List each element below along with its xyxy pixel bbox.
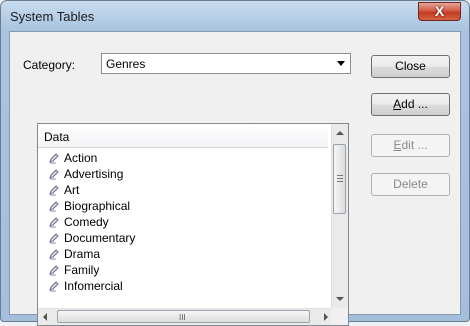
pencil-note-icon <box>49 153 59 164</box>
list-item[interactable]: Action <box>38 150 328 166</box>
delete-button-label: Delete <box>393 177 428 191</box>
grip-icon: III <box>179 313 186 322</box>
list-item[interactable]: Comedy <box>38 214 328 230</box>
list-item[interactable]: Family <box>38 262 328 278</box>
list-item-label: Comedy <box>64 215 109 229</box>
grip-line <box>337 178 343 179</box>
vertical-scrollbar[interactable] <box>331 124 348 308</box>
dialog-body: Category: Genres Data Action Advertising <box>9 31 461 326</box>
category-select-value: Genres <box>106 57 146 71</box>
window-close-button[interactable]: X <box>418 2 461 21</box>
edit-button-accel: E <box>393 138 402 152</box>
grip-line <box>337 181 343 182</box>
list-item-label: Drama <box>64 247 101 261</box>
list-column-header[interactable]: Data <box>38 124 328 148</box>
pencil-note-icon <box>49 217 59 228</box>
pencil-note-icon <box>49 185 59 196</box>
chevron-down-icon[interactable] <box>337 61 345 66</box>
close-button[interactable]: Close <box>371 55 450 78</box>
add-button-label: dd ... <box>401 97 428 111</box>
title-bar[interactable]: System Tables X <box>1 1 469 31</box>
add-button[interactable]: Add ... <box>371 93 450 116</box>
grip-line <box>337 175 343 176</box>
list-item[interactable]: Drama <box>38 246 328 262</box>
scroll-up-button[interactable] <box>332 124 348 141</box>
list-item-label: Family <box>64 263 100 277</box>
close-button-label: Close <box>395 59 426 73</box>
scroll-down-button[interactable] <box>332 291 348 308</box>
window-title: System Tables <box>10 9 95 24</box>
list-item[interactable]: Art <box>38 182 328 198</box>
data-list[interactable]: Data Action Advertising Art Biographical… <box>37 123 349 326</box>
horizontal-scroll-thumb[interactable]: III <box>57 310 310 323</box>
list-item[interactable]: Documentary <box>38 230 328 246</box>
list-item-label: Art <box>64 183 80 197</box>
horizontal-scrollbar[interactable]: III <box>38 308 333 325</box>
close-icon: X <box>434 3 445 19</box>
category-select[interactable]: Genres <box>101 53 351 74</box>
list-item-label: Infomercial <box>64 279 123 293</box>
add-button-accel: A <box>393 97 402 111</box>
scrollbar-corner <box>331 308 348 325</box>
edit-button-label: dit ... <box>401 138 428 152</box>
list-rows: Action Advertising Art Biographical Come… <box>38 150 328 294</box>
list-item-label: Biographical <box>64 199 131 213</box>
pencil-note-icon <box>49 265 59 276</box>
list-item-label: Documentary <box>64 231 136 245</box>
chevron-right-icon[interactable] <box>324 313 328 321</box>
list-item-label: Advertising <box>64 167 124 181</box>
pencil-note-icon <box>49 249 59 260</box>
chevron-left-icon[interactable] <box>43 313 47 321</box>
list-item[interactable]: Infomercial <box>38 278 328 294</box>
edit-button[interactable]: Edit ... <box>371 134 450 157</box>
list-item-label: Action <box>64 151 98 165</box>
list-column-header-label: Data <box>44 130 70 144</box>
pencil-note-icon <box>49 169 59 180</box>
dialog-window: System Tables X Category: Genres Data Ac… <box>0 0 470 326</box>
pencil-note-icon <box>49 201 59 212</box>
pencil-note-icon <box>49 281 59 292</box>
pencil-note-icon <box>49 233 59 244</box>
chevron-down-icon <box>336 297 344 301</box>
list-item[interactable]: Advertising <box>38 166 328 182</box>
vertical-scroll-thumb[interactable] <box>333 144 346 214</box>
list-item[interactable]: Biographical <box>38 198 328 214</box>
category-label: Category: <box>23 58 76 72</box>
chevron-up-icon <box>336 131 344 135</box>
delete-button[interactable]: Delete <box>371 173 450 196</box>
